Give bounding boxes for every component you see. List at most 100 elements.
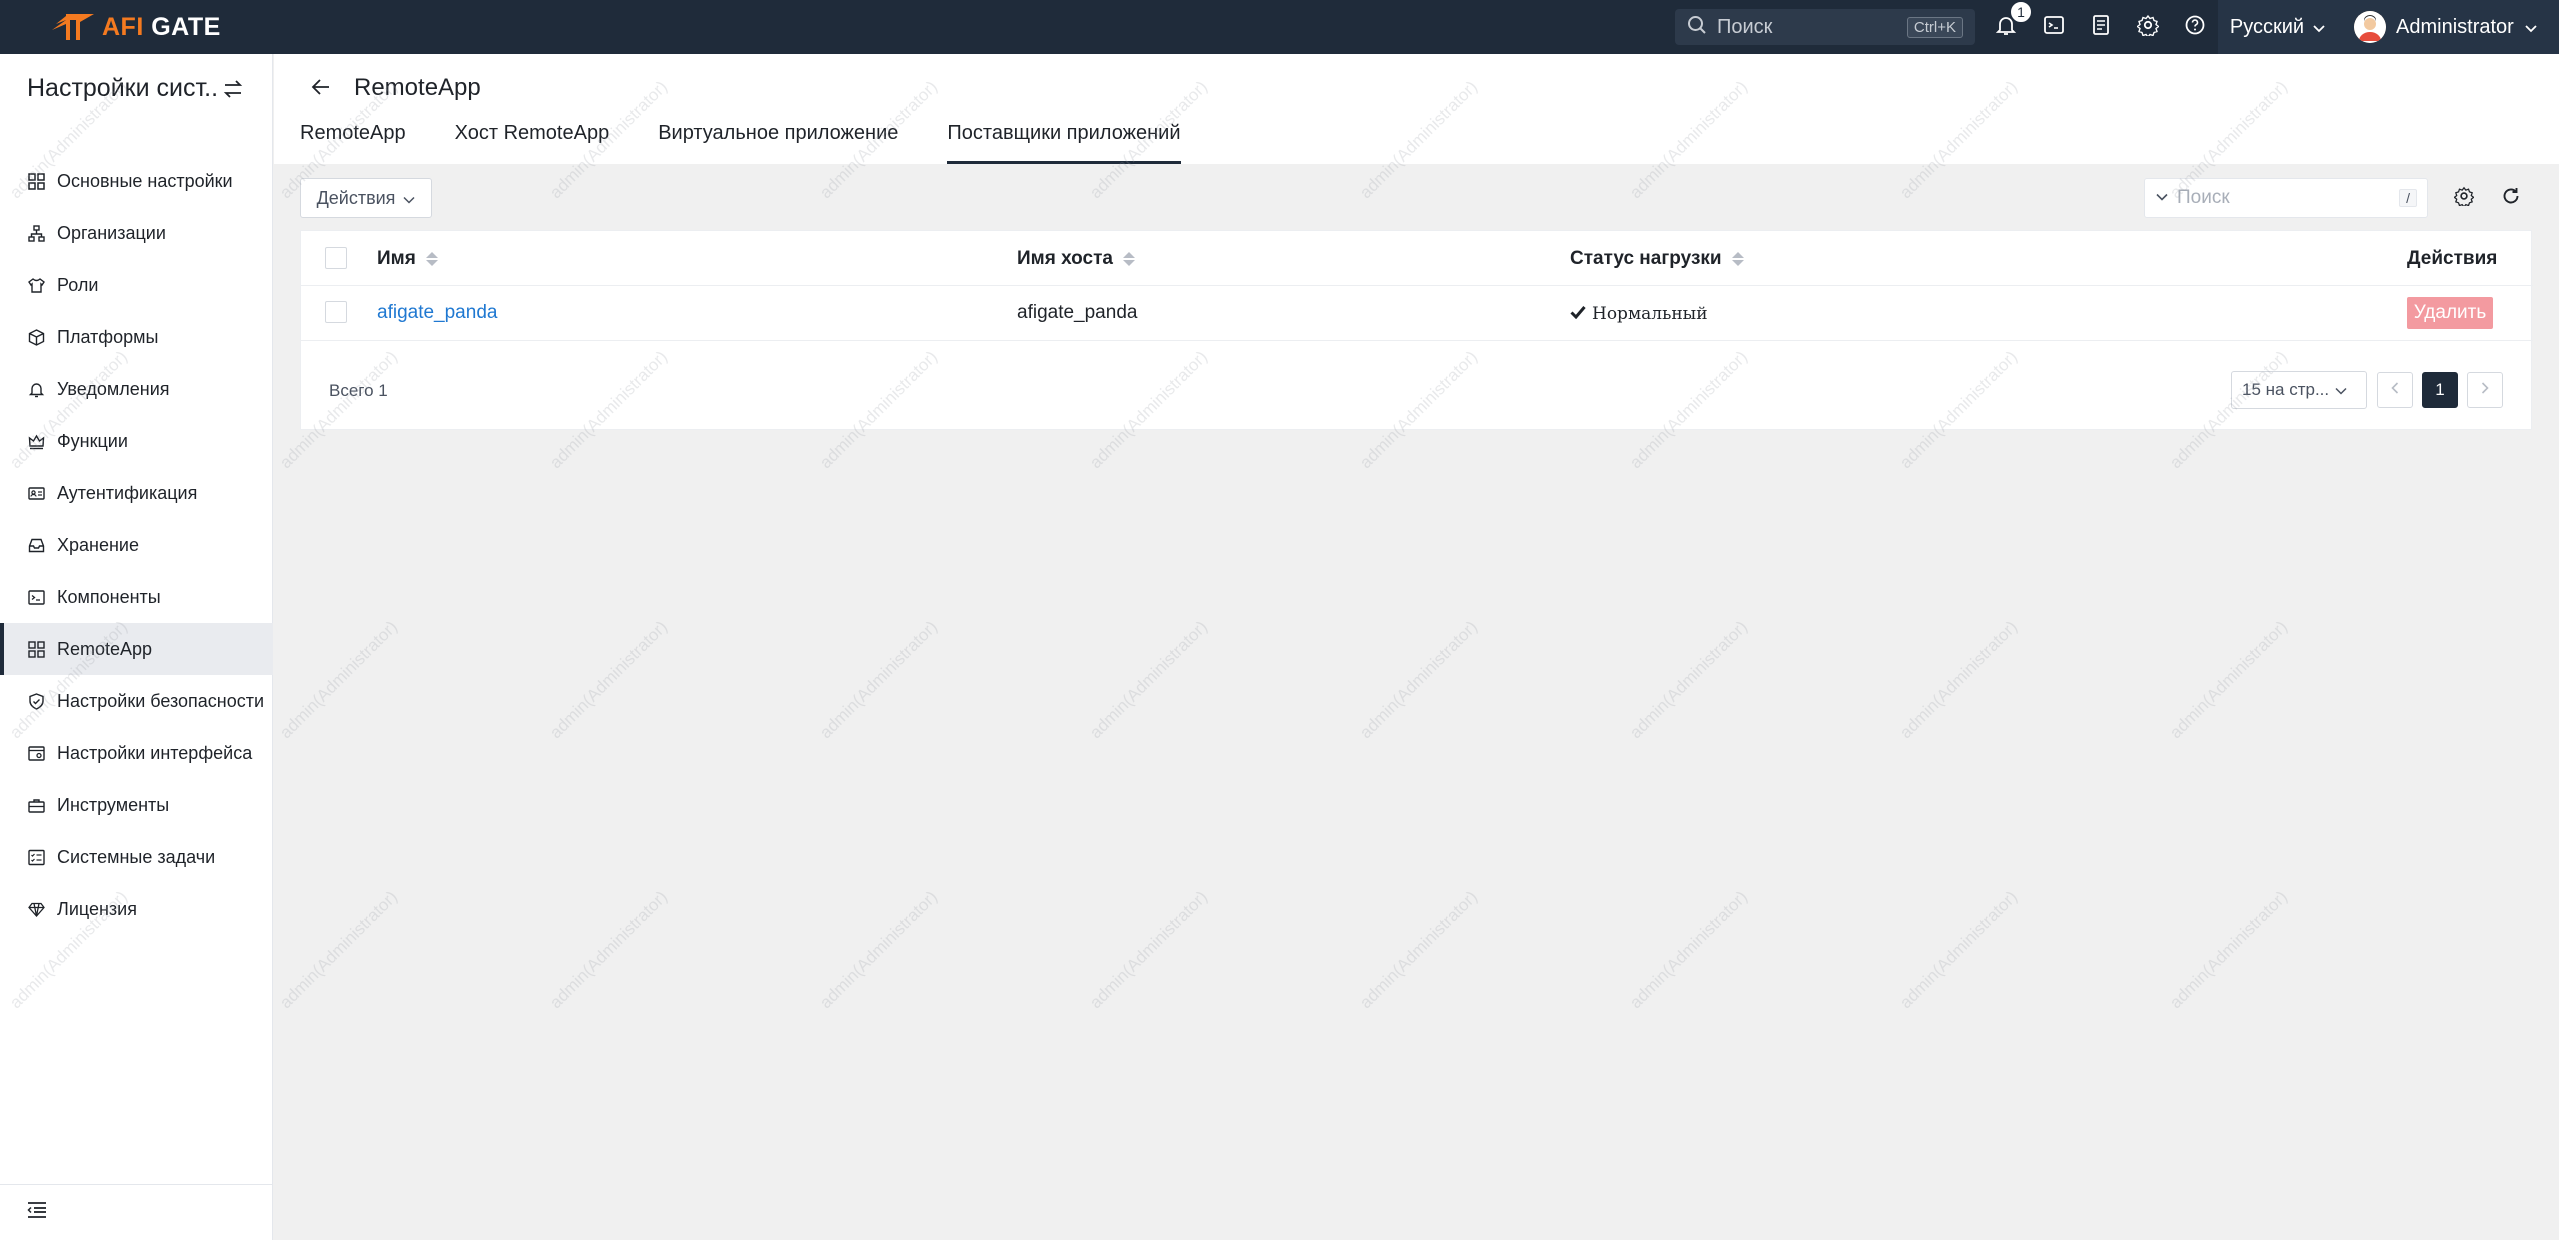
delete-button[interactable]: Удалить xyxy=(2407,297,2493,329)
tab-app-providers[interactable]: Поставщики приложений xyxy=(947,122,1181,164)
column-header-hostname[interactable]: Имя хоста xyxy=(1017,248,1135,270)
row-checkbox[interactable] xyxy=(325,301,347,323)
providers-table: Имя Имя хоста Статус нагрузки Действия a… xyxy=(300,230,2533,430)
shield-icon xyxy=(27,692,45,710)
notifications-button[interactable]: 1 xyxy=(1992,1,2032,41)
chevron-down-icon xyxy=(2335,380,2347,400)
watermark-text: admin(Administrator) xyxy=(1626,617,1752,743)
sidebar-item-license[interactable]: Лицензия xyxy=(0,883,273,935)
sort-icon[interactable] xyxy=(425,252,438,266)
grid-icon xyxy=(27,172,45,190)
table-search-placeholder: Поиск xyxy=(2177,187,2230,208)
tab-virtual-app[interactable]: Виртуальное приложение xyxy=(658,122,898,164)
id-card-icon xyxy=(27,484,45,502)
sidebar-item-interface-settings[interactable]: Настройки интерфейса xyxy=(0,727,273,779)
actions-dropdown[interactable]: Действия xyxy=(300,178,432,218)
sidebar-item-notifications[interactable]: Уведомления xyxy=(0,363,273,415)
watermark-text: admin(Administrator) xyxy=(276,887,402,1013)
terminal-icon xyxy=(27,588,45,606)
sort-icon[interactable] xyxy=(1731,252,1744,266)
sidebar-item-tools[interactable]: Инструменты xyxy=(0,779,273,831)
page-size-select[interactable]: 15 на стр... xyxy=(2231,371,2367,409)
sidebar-item-label: Инструменты xyxy=(57,794,170,815)
logo-icon xyxy=(50,10,96,44)
back-arrow-icon[interactable] xyxy=(310,76,332,103)
bell-icon xyxy=(27,380,45,398)
provider-hostname: afigate_panda xyxy=(1017,302,1138,323)
watermark-text: admin(Administrator) xyxy=(546,887,672,1013)
check-icon xyxy=(1570,304,1586,324)
table-settings-button[interactable] xyxy=(2452,186,2476,210)
chevron-down-icon xyxy=(2524,16,2538,39)
sidebar-item-security-settings[interactable]: Настройки безопасности xyxy=(0,675,273,727)
column-header-actions: Действия xyxy=(2407,248,2497,270)
sidebar-item-organizations[interactable]: Организации xyxy=(0,207,273,259)
page-button-current[interactable]: 1 xyxy=(2422,372,2458,408)
terminal-button[interactable] xyxy=(2040,13,2068,41)
sidebar-title: Настройки сист... xyxy=(27,74,217,102)
cube-icon xyxy=(27,328,45,346)
language-selector[interactable]: Русский xyxy=(2218,0,2338,54)
provider-name-link[interactable]: afigate_panda xyxy=(377,302,497,324)
swap-icon[interactable] xyxy=(222,78,244,105)
tab-remoteapp[interactable]: RemoteApp xyxy=(300,122,406,164)
sidebar-item-basic-settings[interactable]: Основные настройки xyxy=(0,155,273,207)
help-button[interactable] xyxy=(2181,13,2209,41)
user-menu[interactable]: Administrator xyxy=(2338,0,2559,54)
logo[interactable]: AFI GATE xyxy=(50,9,221,45)
refresh-button[interactable] xyxy=(2499,186,2523,210)
sidebar-item-roles[interactable]: Роли xyxy=(0,259,273,311)
column-header-label: Статус нагрузки xyxy=(1570,248,1722,269)
sidebar-item-storage[interactable]: Хранение xyxy=(0,519,273,571)
watermark-text: admin(Administrator) xyxy=(816,887,942,1013)
logo-text: AFI GATE xyxy=(102,12,221,41)
document-icon xyxy=(2090,14,2112,41)
sidebar-item-system-tasks[interactable]: Системные задачи xyxy=(0,831,273,883)
page-header: RemoteApp RemoteApp Хост RemoteApp Вирту… xyxy=(274,54,2559,164)
tab-remoteapp-host[interactable]: Хост RemoteApp xyxy=(455,122,610,164)
table-header: Имя Имя хоста Статус нагрузки Действия xyxy=(301,231,2533,286)
chevron-down-icon xyxy=(2312,16,2326,39)
docs-button[interactable] xyxy=(2087,13,2115,41)
sidebar-item-label: Роли xyxy=(57,274,99,295)
watermark-text: admin(Administrator) xyxy=(276,617,402,743)
next-page-button[interactable] xyxy=(2467,372,2503,408)
table-row: afigate_panda afigate_panda Нормальный xyxy=(301,286,2533,341)
chevron-left-icon xyxy=(2390,381,2400,400)
search-shortcut: / xyxy=(2399,189,2417,207)
watermark-text: admin(Administrator) xyxy=(1896,617,2022,743)
sidebar-item-label: Функции xyxy=(57,430,128,451)
sidebar-item-label: Лицензия xyxy=(57,898,137,919)
prev-page-button[interactable] xyxy=(2377,372,2413,408)
chevron-down-icon[interactable] xyxy=(2155,189,2169,207)
user-name: Administrator xyxy=(2396,15,2514,38)
search-shortcut: Ctrl+K xyxy=(1906,16,1963,38)
sidebar-item-components[interactable]: Компоненты xyxy=(0,571,273,623)
table-search-input[interactable]: Поиск / xyxy=(2144,178,2428,218)
select-all-checkbox[interactable] xyxy=(325,247,347,269)
help-icon xyxy=(2184,14,2206,41)
collapse-sidebar-button[interactable] xyxy=(0,1184,273,1240)
chevron-right-icon xyxy=(2480,381,2490,400)
sidebar-item-label: Компоненты xyxy=(57,586,161,607)
inbox-icon xyxy=(27,536,45,554)
sidebar-item-authentication[interactable]: Аутентификация xyxy=(0,467,273,519)
watermark-text: admin(Administrator) xyxy=(1356,887,1482,1013)
settings-button[interactable] xyxy=(2134,13,2162,41)
column-header-label: Действия xyxy=(2407,248,2498,269)
watermark-text: admin(Administrator) xyxy=(1896,887,2022,1013)
column-header-label: Имя хоста xyxy=(1017,248,1113,269)
sidebar-item-platforms[interactable]: Платформы xyxy=(0,311,273,363)
sidebar-item-remoteapp[interactable]: RemoteApp xyxy=(0,623,273,675)
sidebar-item-label: Уведомления xyxy=(57,378,170,399)
crown-icon xyxy=(27,432,45,450)
watermark-text: admin(Administrator) xyxy=(1086,617,1212,743)
load-status: Нормальный xyxy=(1570,304,1708,324)
global-search-input[interactable]: Поиск Ctrl+K xyxy=(1675,9,1975,45)
org-tree-icon xyxy=(27,224,45,242)
sidebar-item-functions[interactable]: Функции xyxy=(0,415,273,467)
sidebar: Настройки сист... Основные настройки Орг… xyxy=(0,54,273,1240)
column-header-name[interactable]: Имя xyxy=(377,248,438,270)
column-header-load-status[interactable]: Статус нагрузки xyxy=(1570,248,1744,270)
sort-icon[interactable] xyxy=(1122,252,1135,266)
